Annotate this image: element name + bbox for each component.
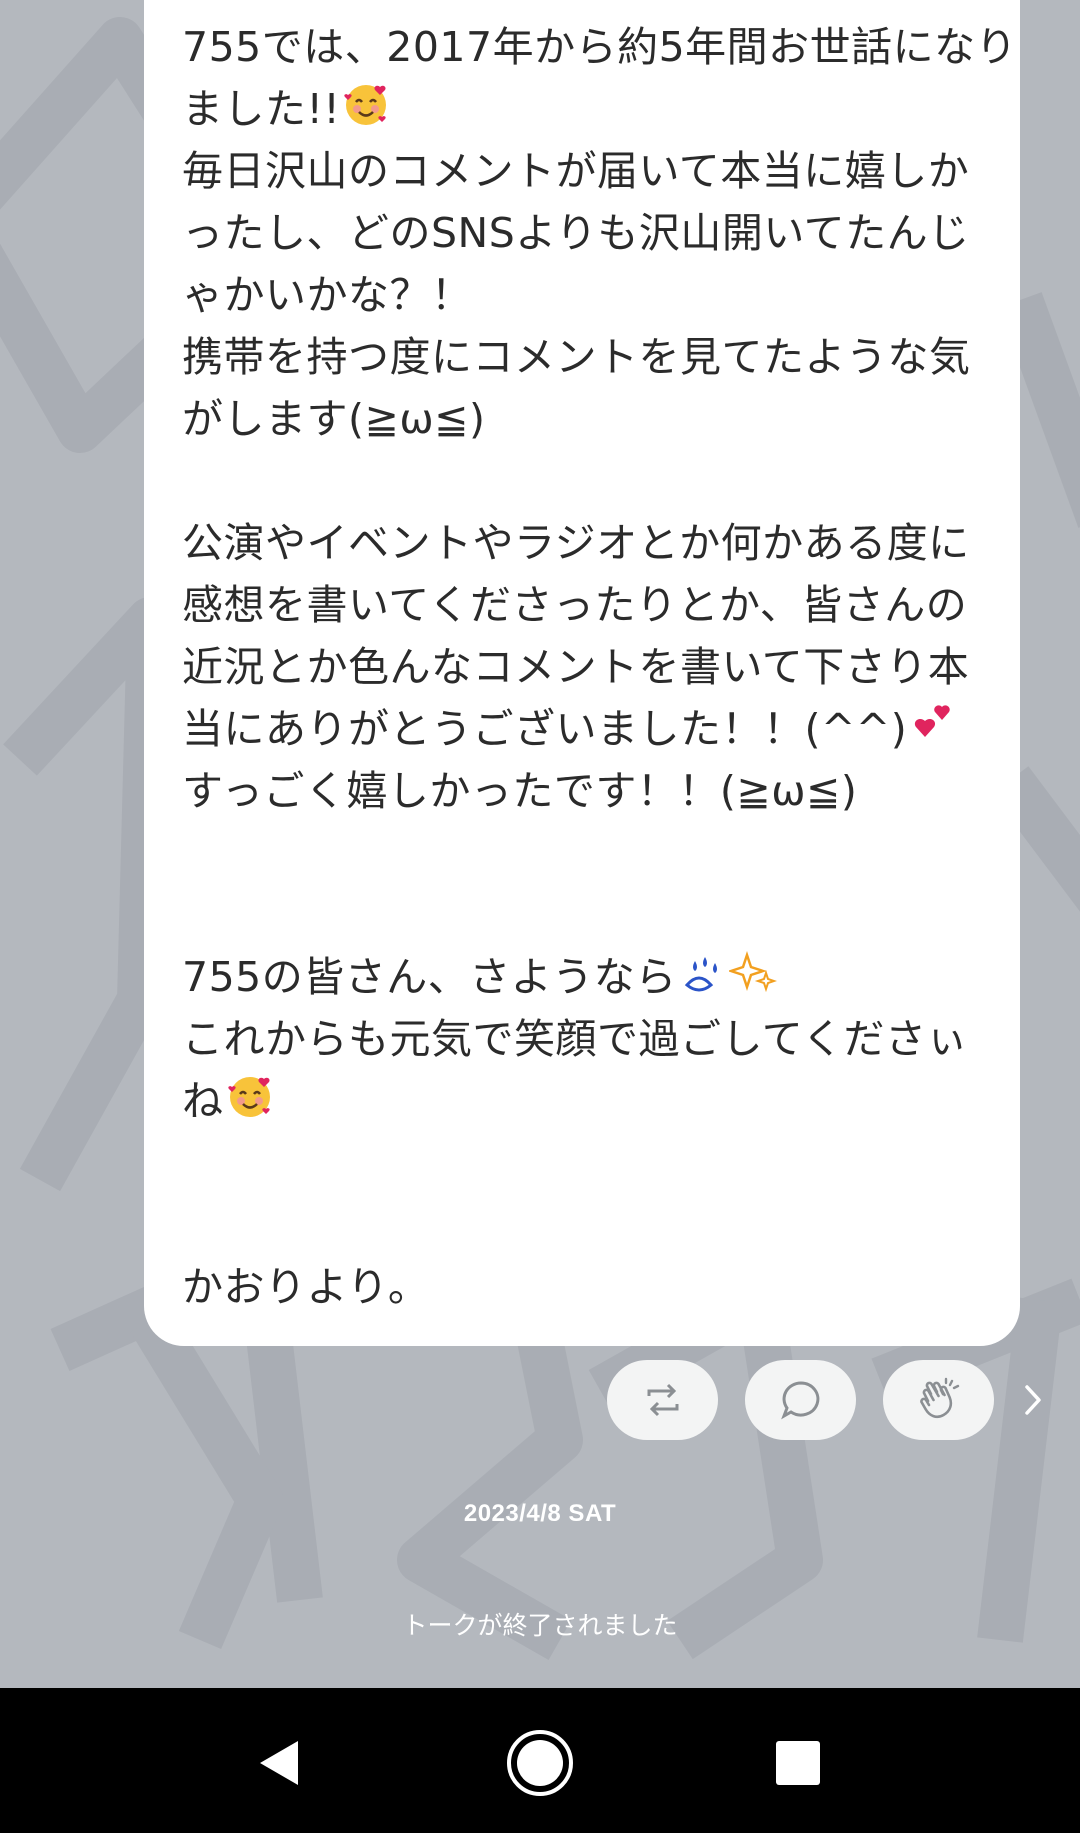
more-actions-button[interactable] — [1018, 1380, 1048, 1420]
chevron-right-icon — [1025, 1385, 1041, 1415]
clap-icon — [919, 1377, 959, 1419]
repost-icon — [647, 1383, 678, 1417]
message-line: がします(≧ω≦) — [182, 395, 486, 443]
back-triangle-icon — [260, 1741, 298, 1785]
sparkles-icon — [728, 951, 777, 993]
clap-button[interactable] — [883, 1360, 994, 1440]
message-line — [182, 884, 982, 946]
back-button[interactable] — [235, 1718, 325, 1808]
message-line: 感想を書いてくださったりとか、皆さんの — [182, 581, 968, 629]
system-navigation-bar — [0, 1688, 1080, 1833]
message-line: 携帯を持つ度にコメントを見てたような気 — [182, 333, 971, 381]
talk-ended-notice: トークが終了されました — [402, 1611, 678, 1640]
message-line: 当にありがとうございました！！(^^) — [182, 698, 982, 760]
recent-apps-button[interactable] — [753, 1718, 843, 1808]
comment-button[interactable] — [745, 1360, 856, 1440]
message-line: ね — [182, 1070, 982, 1132]
message-line — [182, 1194, 982, 1256]
message-line: すっごく嬉しかったです！！(≧ω≦) — [182, 767, 858, 815]
home-button[interactable] — [495, 1718, 585, 1808]
message-line: ったし、どのSNSよりも沢山開いてたんじ — [182, 209, 970, 257]
post-actions — [0, 1360, 1080, 1440]
home-circle-icon — [507, 1730, 573, 1796]
message-line: かおりより。 — [182, 1263, 430, 1311]
message-line: これからも元気で笑顔で過ごしてくださぃ — [182, 1015, 969, 1063]
message-bubble: 755では、2017年から約5年間お世話になり ました!! 毎日沢山のコメントが… — [144, 0, 1020, 1346]
sweat-droplets-icon — [684, 957, 717, 992]
date-separator: 2023/4/8 SAT — [463, 1500, 617, 1527]
message-line: ました!! — [182, 78, 982, 140]
message-line: 公演やイベントやラジオとか何かある度に — [182, 519, 970, 567]
comment-icon — [780, 1381, 819, 1420]
message-line — [182, 822, 982, 884]
message-line — [182, 450, 982, 512]
talk-screen: 755では、2017年から約5年間お世話になり ました!! 毎日沢山のコメントが… — [0, 0, 1080, 1688]
message-line: ゃかいかな？！ — [182, 271, 473, 319]
message-line: 毎日沢山のコメントが届いて本当に嬉しか — [182, 147, 970, 195]
message-line: 近況とか色んなコメントを書いて下さり本 — [182, 643, 970, 691]
two-hearts-icon — [915, 705, 950, 737]
message-line: 755では、2017年から約5年間お世話になり — [182, 23, 1018, 71]
message-line: 755の皆さん、さようなら — [182, 946, 982, 1008]
message-line — [182, 1132, 982, 1194]
recent-apps-square-icon — [776, 1741, 820, 1785]
smiling-face-with-hearts-icon — [227, 1077, 270, 1117]
smiling-face-with-hearts-icon — [344, 85, 387, 125]
repost-button[interactable] — [607, 1360, 718, 1440]
